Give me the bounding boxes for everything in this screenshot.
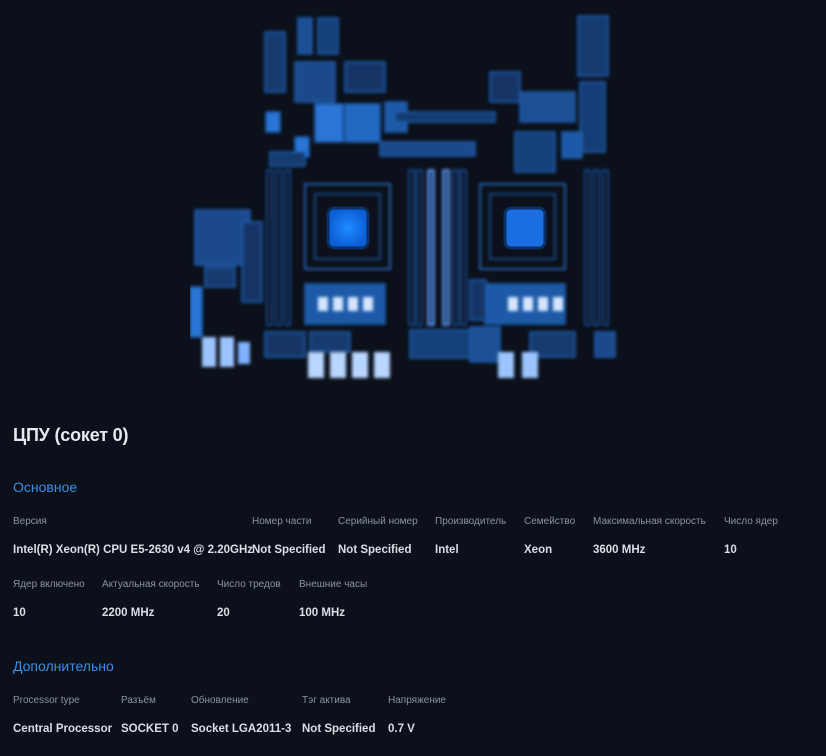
field-processor-type: Processor type Central Processor [13, 695, 112, 735]
field-label: Обновление [191, 695, 249, 706]
field-cores-enabled: Ядер включено 10 [13, 579, 85, 619]
field-label: Ядер включено [13, 579, 85, 590]
field-value: SOCKET 0 [121, 723, 179, 735]
field-external-clock: Внешние часы 100 MHz [299, 579, 367, 619]
field-label: Число тредов [217, 579, 281, 590]
field-value: Intel(R) Xeon(R) CPU E5-2630 v4 @ 2.20GH… [13, 544, 254, 556]
field-voltage: Напряжение 0.7 V [388, 695, 446, 735]
field-core-count: Число ядер 10 [724, 516, 778, 556]
field-value: 10 [13, 607, 26, 619]
field-label: Разъём [121, 695, 156, 706]
section-title-extra: Дополнительно [13, 658, 114, 674]
field-part-number: Номер части Not Specified [252, 516, 325, 556]
field-serial-number: Серийный номер Not Specified [338, 516, 418, 556]
field-value: 0.7 V [388, 723, 415, 735]
field-value: Xeon [524, 544, 553, 556]
motherboard-icon [190, 15, 616, 378]
field-value: Not Specified [252, 544, 326, 556]
field-label: Напряжение [388, 695, 446, 706]
field-value: Socket LGA2011-3 [191, 723, 292, 735]
field-value: 100 MHz [299, 607, 346, 619]
field-label: Версия [13, 516, 47, 527]
page-title: ЦПУ (сокет 0) [13, 425, 129, 445]
field-value: 2200 MHz [102, 607, 155, 619]
field-max-speed: Максимальная скорость 3600 MHz [593, 516, 706, 556]
field-label: Processor type [13, 695, 80, 706]
section-title-basic: Основное [13, 479, 78, 495]
field-label: Число ядер [724, 516, 778, 527]
field-label: Тэг актива [302, 695, 351, 706]
field-value: Not Specified [302, 723, 376, 735]
field-value: 3600 MHz [593, 544, 646, 556]
field-label: Серийный номер [338, 516, 418, 527]
field-label: Производитель [435, 516, 507, 527]
field-current-speed: Актуальная скорость 2200 MHz [102, 579, 200, 619]
motherboard-illustration [190, 12, 620, 382]
field-label: Семейство [524, 516, 576, 527]
field-label: Номер части [252, 516, 312, 527]
field-upgrade: Обновление Socket LGA2011-3 [191, 695, 291, 735]
field-family: Семейство Xeon [524, 516, 575, 556]
field-label: Внешние часы [299, 579, 368, 590]
field-value: 20 [217, 607, 230, 619]
field-label: Актуальная скорость [102, 579, 200, 590]
field-asset-tag: Тэг актива Not Specified [302, 695, 375, 735]
field-socket: Разъём SOCKET 0 [121, 695, 179, 735]
field-value: Intel [435, 544, 459, 556]
field-thread-count: Число тредов 20 [217, 579, 281, 619]
field-value: Not Specified [338, 544, 412, 556]
field-version: Версия Intel(R) Xeon(R) CPU E5-2630 v4 @… [13, 516, 253, 556]
field-value: 10 [724, 544, 737, 556]
field-manufacturer: Производитель Intel [435, 516, 506, 556]
field-label: Максимальная скорость [593, 516, 706, 527]
field-value: Central Processor [13, 723, 113, 735]
